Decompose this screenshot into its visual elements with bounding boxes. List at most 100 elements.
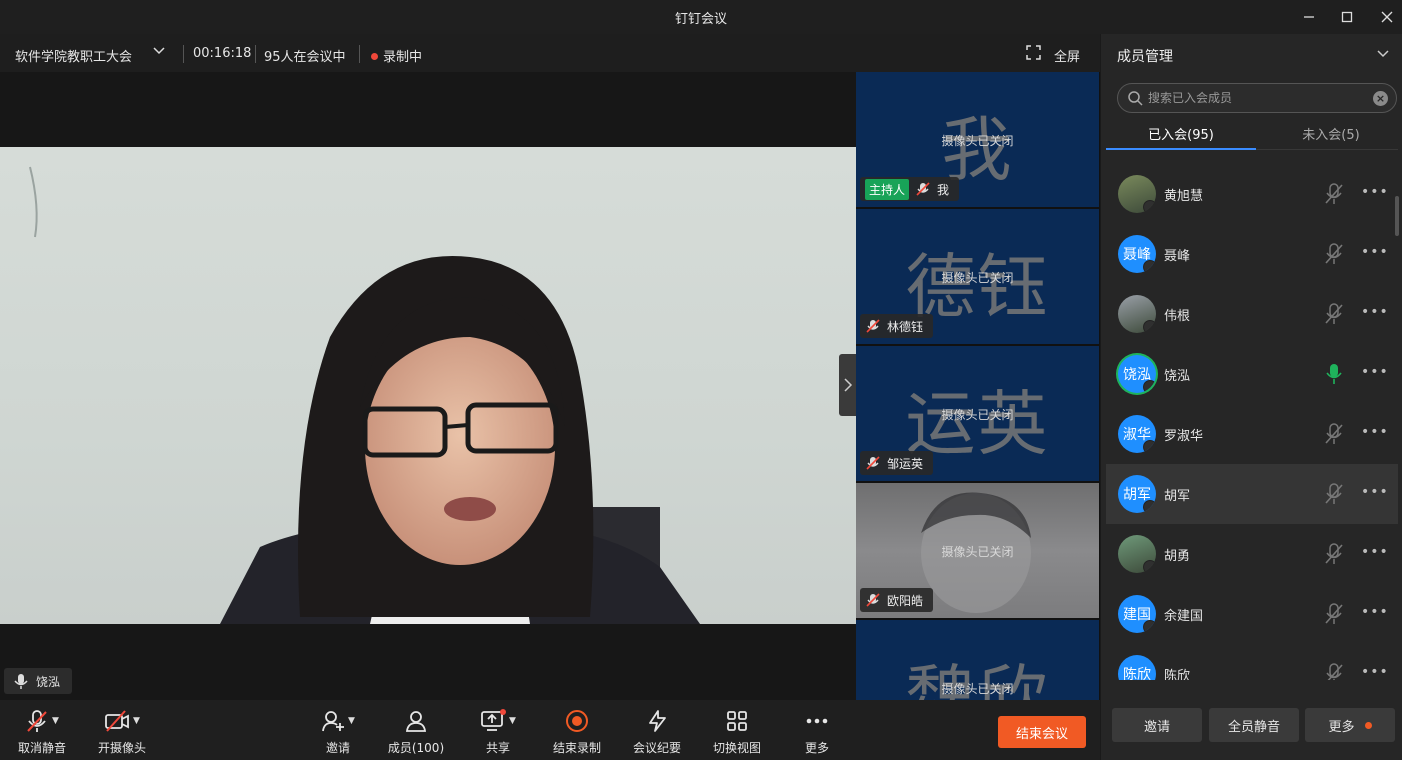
minimize-icon[interactable] — [1298, 6, 1320, 28]
member-row[interactable]: 饶泓 饶泓 ••• — [1106, 344, 1398, 404]
member-row[interactable]: 陈欣 陈欣 ••• — [1106, 644, 1398, 680]
caret-down-icon[interactable]: ▼ — [348, 716, 355, 726]
member-more-icon[interactable]: ••• — [1361, 544, 1389, 560]
members-button[interactable]: 成员(100) — [376, 708, 456, 756]
share-button[interactable]: ▼ 共享 — [458, 708, 538, 756]
member-row[interactable]: 胡勇 ••• — [1106, 524, 1398, 584]
caret-down-icon[interactable]: ▼ — [509, 716, 516, 726]
meeting-minutes-label: 会议纪要 — [632, 741, 681, 755]
participants-count: 95人在会议中 — [264, 50, 346, 65]
main-video[interactable] — [0, 147, 856, 624]
more-dots-icon — [806, 718, 828, 724]
participant-tiles: 我 摄像头已关闭 主持人 我 德钰 摄像头已关闭 林德钰 运英 摄像头已关闭 邹… — [856, 72, 1100, 700]
mic-active-icon[interactable] — [1324, 363, 1344, 389]
avatar: 饶泓 — [1118, 355, 1156, 393]
member-row[interactable]: 胡军 胡军 ••• — [1106, 464, 1398, 524]
mic-muted-icon[interactable] — [1324, 183, 1344, 209]
panel-more-label: 更多 — [1328, 719, 1355, 735]
mic-muted-icon[interactable] — [1324, 303, 1344, 329]
member-row[interactable]: 伟根 ••• — [1106, 284, 1398, 344]
share-label: 共享 — [485, 741, 510, 755]
member-name: 胡军 — [1164, 489, 1191, 504]
camera-off-label: 摄像头已关闭 — [941, 545, 1014, 559]
avatar: 胡军 — [1118, 475, 1156, 513]
tile-name: 林德钰 — [887, 319, 924, 334]
switch-view-button[interactable]: 切换视图 — [697, 708, 777, 756]
member-name: 伟根 — [1164, 309, 1191, 324]
meeting-name[interactable]: 软件学院教职工大会 — [15, 46, 132, 65]
panel-more-button[interactable]: 更多 — [1305, 708, 1395, 742]
invite-button[interactable]: ▼ 邀请 — [298, 708, 378, 756]
participant-tile[interactable]: 德钰 摄像头已关闭 林德钰 — [856, 209, 1099, 344]
panel-title: 成员管理 — [1117, 49, 1173, 65]
fullscreen-button[interactable]: 全屏 — [1054, 46, 1080, 65]
microphone-icon — [14, 674, 28, 689]
member-more-icon[interactable]: ••• — [1361, 244, 1389, 260]
maximize-icon[interactable] — [1336, 6, 1358, 28]
collapse-tiles-button[interactable] — [839, 354, 857, 416]
mic-muted-icon[interactable] — [1324, 423, 1344, 449]
member-more-icon[interactable]: ••• — [1361, 484, 1389, 500]
active-tab-indicator — [1106, 148, 1256, 150]
unmute-label: 取消静音 — [17, 741, 66, 755]
recording-status: 录制中 — [371, 46, 422, 65]
mute-all-button[interactable]: 全员静音 — [1209, 708, 1299, 742]
tab-not-joined[interactable]: 未入会(5) — [1256, 124, 1402, 143]
member-more-icon[interactable]: ••• — [1361, 364, 1389, 380]
mic-muted-icon[interactable] — [1324, 603, 1344, 629]
member-more-icon[interactable]: ••• — [1361, 184, 1389, 200]
more-button[interactable]: 更多 — [777, 708, 857, 756]
camera-off-label: 摄像头已关闭 — [941, 408, 1014, 422]
clear-search-icon[interactable]: × — [1373, 91, 1388, 106]
fullscreen-icon[interactable] — [1026, 45, 1041, 64]
member-tabs: 已入会(95) 未入会(5) — [1106, 122, 1398, 150]
camera-button[interactable]: ▼ 开摄像头 — [82, 708, 162, 756]
avatar — [1118, 175, 1156, 213]
member-name: 饶泓 — [1164, 369, 1191, 384]
meeting-window: 钉钉会议 软件学院教职工大会 00:16:18 95人在会议中 录制中 全屏 饶… — [0, 0, 1402, 760]
chevron-down-icon[interactable] — [152, 44, 166, 62]
mic-muted-icon[interactable] — [1324, 483, 1344, 509]
member-row[interactable]: 聂峰 聂峰 ••• — [1106, 224, 1398, 284]
member-row[interactable]: 黄旭慧 ••• — [1106, 164, 1398, 224]
end-meeting-button[interactable]: 结束会议 — [998, 716, 1086, 748]
switch-view-label: 切换视图 — [712, 741, 761, 755]
chevron-down-icon[interactable] — [1376, 46, 1390, 65]
member-row[interactable]: 建国 余建国 ••• — [1106, 584, 1398, 644]
record-icon — [566, 710, 588, 732]
member-more-icon[interactable]: ••• — [1361, 304, 1389, 320]
participant-tile[interactable]: 摄像头已关闭 欧阳皓 — [856, 483, 1099, 618]
close-icon[interactable] — [1376, 6, 1398, 28]
caret-down-icon[interactable]: ▼ — [52, 716, 59, 726]
mic-muted-icon[interactable] — [1324, 543, 1344, 569]
search-icon — [1128, 91, 1143, 106]
more-label: 更多 — [804, 741, 829, 755]
tile-name: 我 — [937, 182, 950, 197]
chevron-right-icon — [844, 378, 853, 392]
device-status-icon — [1143, 620, 1156, 633]
search-input[interactable] — [1148, 89, 1368, 107]
tile-name-tag: 欧阳皓 — [860, 588, 934, 612]
member-more-icon[interactable]: ••• — [1361, 604, 1389, 620]
meeting-minutes-button[interactable]: 会议纪要 — [617, 708, 697, 756]
unmute-button[interactable]: ▼ 取消静音 — [2, 708, 82, 756]
participant-tile[interactable]: 我 摄像头已关闭 主持人 我 — [856, 72, 1099, 207]
camera-off-label: 摄像头已关闭 — [941, 134, 1014, 148]
panel-invite-button[interactable]: 邀请 — [1112, 708, 1202, 742]
mic-muted-icon[interactable] — [1324, 243, 1344, 269]
add-user-icon — [322, 711, 345, 732]
member-more-icon[interactable]: ••• — [1361, 424, 1389, 440]
tab-joined[interactable]: 已入会(95) — [1106, 124, 1256, 143]
avatar — [1118, 295, 1156, 333]
participant-tile[interactable]: 魏欣 摄像头已关闭 — [856, 620, 1099, 700]
device-status-icon — [1143, 380, 1156, 393]
participant-tile[interactable]: 运英 摄像头已关闭 邹运英 — [856, 346, 1099, 481]
member-search: × — [1117, 83, 1397, 113]
device-status-icon — [1143, 320, 1156, 333]
member-row[interactable]: 淑华 罗淑华 ••• — [1106, 404, 1398, 464]
caret-down-icon[interactable]: ▼ — [133, 716, 140, 726]
end-recording-button[interactable]: 结束录制 — [537, 708, 617, 756]
member-more-icon[interactable]: ••• — [1361, 664, 1389, 680]
member-list-scrollbar[interactable] — [1395, 196, 1399, 236]
mic-muted-icon[interactable] — [1324, 663, 1344, 680]
